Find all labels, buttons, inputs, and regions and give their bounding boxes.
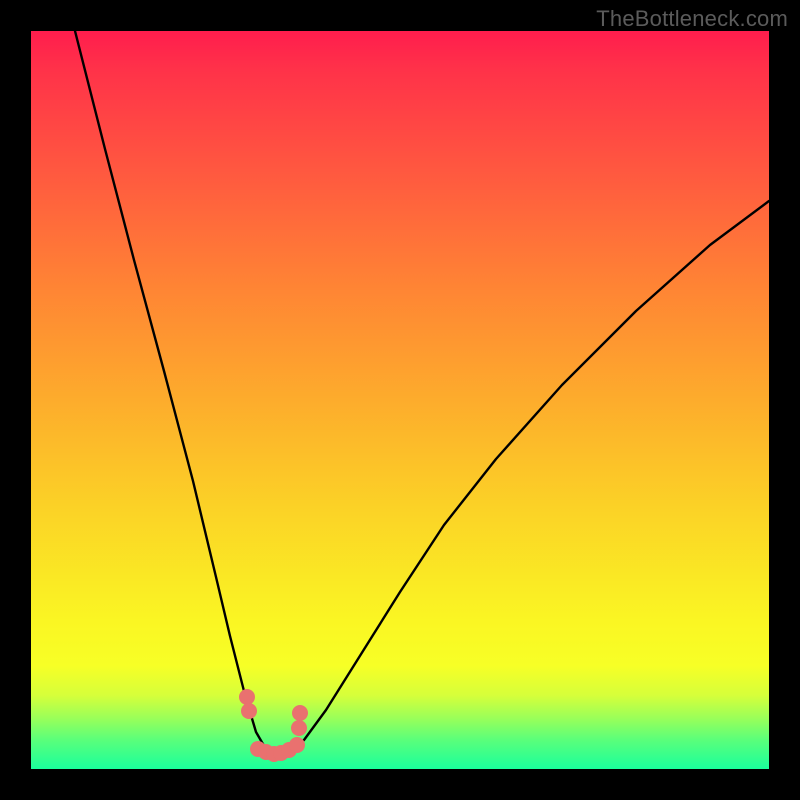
bottleneck-curve — [31, 31, 769, 769]
plot-area — [31, 31, 769, 769]
watermark-text: TheBottleneck.com — [596, 6, 788, 32]
chart-frame: TheBottleneck.com — [0, 0, 800, 800]
